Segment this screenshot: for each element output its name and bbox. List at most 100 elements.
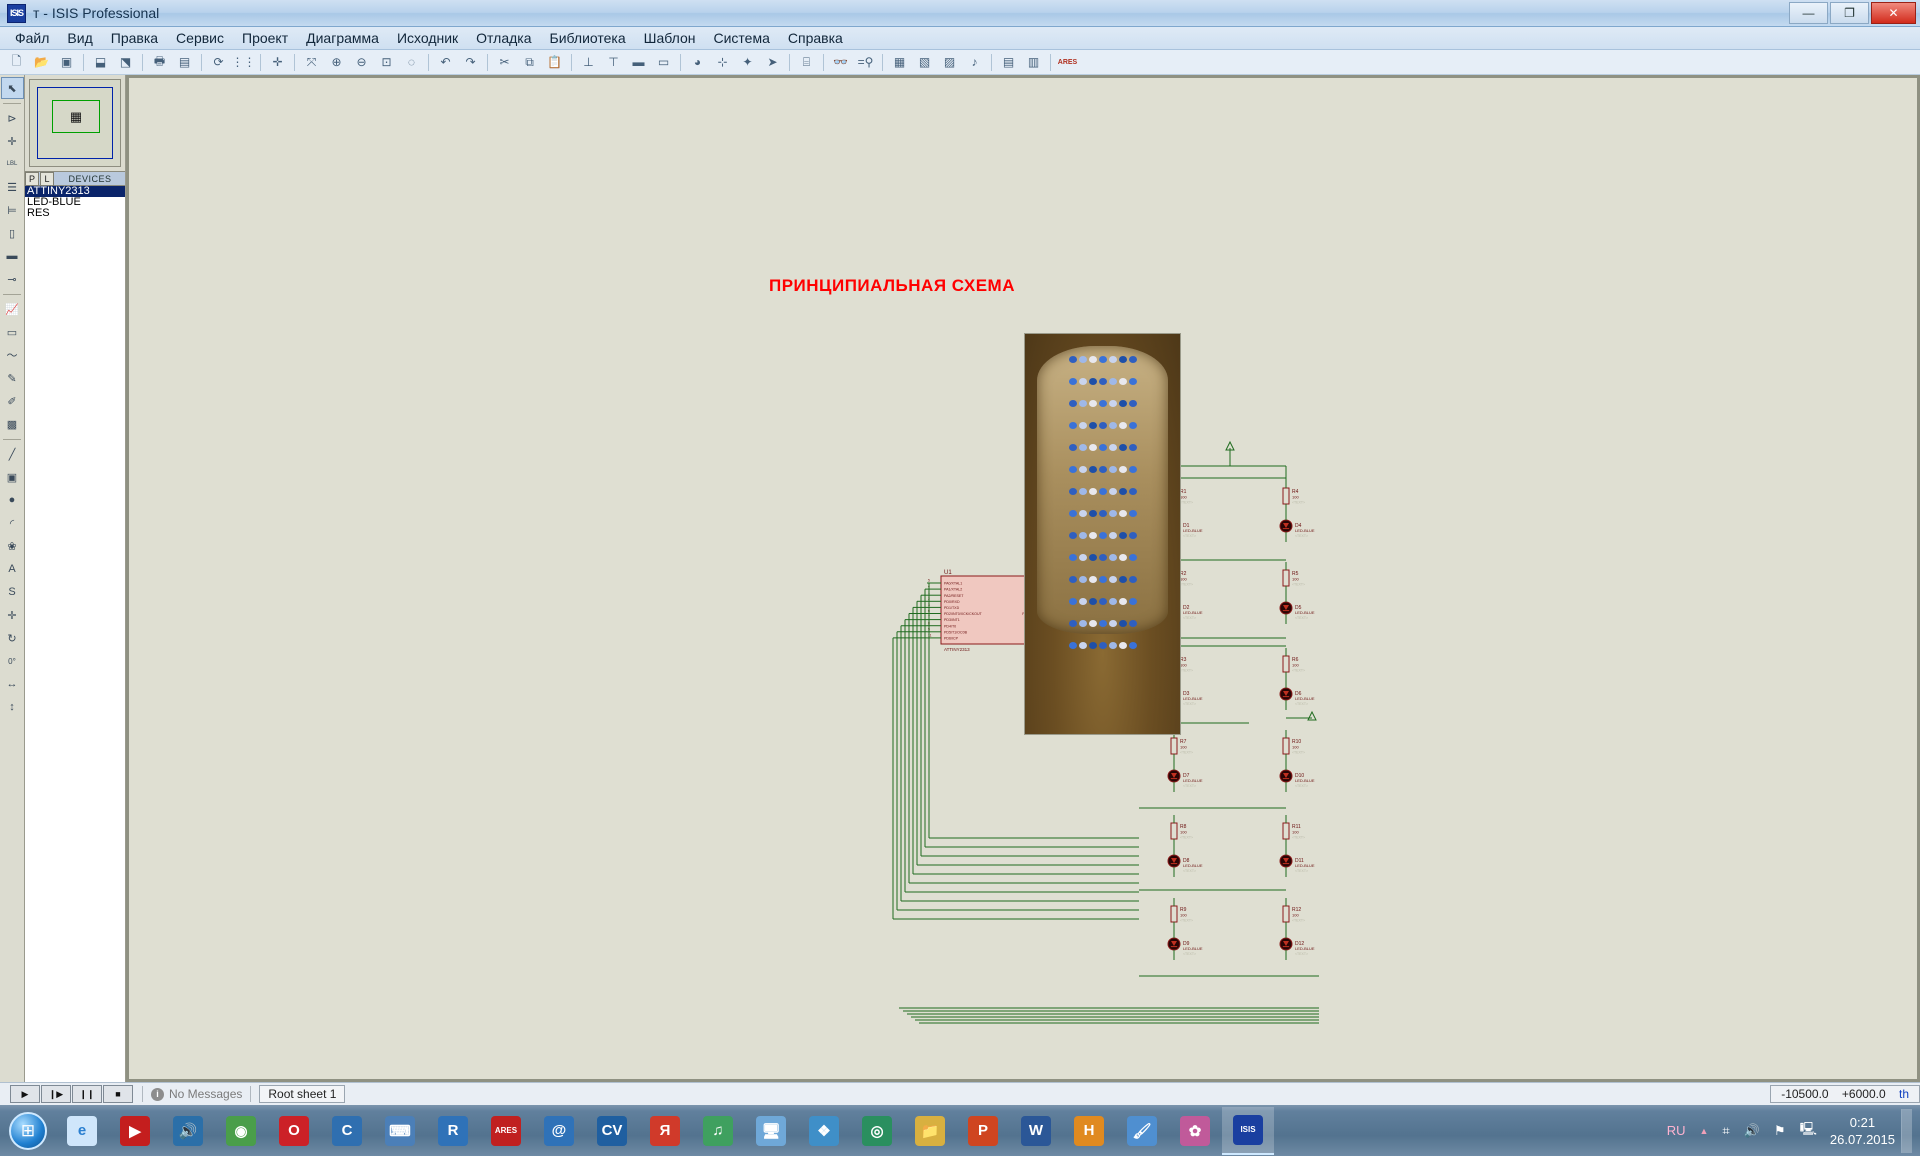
- led-D8[interactable]: D8LED-BLUE<TEXT>: [1168, 847, 1203, 877]
- taskbar-paint[interactable]: 🖌: [1116, 1108, 1168, 1154]
- menu-system[interactable]: Система: [705, 28, 779, 48]
- sheet-indicator[interactable]: Root sheet 1: [259, 1085, 345, 1103]
- menu-view[interactable]: Вид: [58, 28, 101, 48]
- block-delete-icon[interactable]: ▭: [652, 51, 675, 73]
- decompose-icon[interactable]: ➤: [761, 51, 784, 73]
- pick-device-icon[interactable]: ◕: [686, 51, 709, 73]
- menu-library[interactable]: Библиотека: [541, 28, 635, 48]
- import-section-icon[interactable]: ⬓: [89, 51, 112, 73]
- export-section-icon[interactable]: ⬔: [114, 51, 137, 73]
- language-indicator[interactable]: RU: [1667, 1123, 1686, 1138]
- cut-icon[interactable]: ✂: [493, 51, 516, 73]
- menu-project[interactable]: Проект: [233, 28, 297, 48]
- led-D4[interactable]: D4LED-BLUE<TEXT>: [1280, 512, 1315, 542]
- mirror-x-icon[interactable]: ↔: [1, 673, 24, 695]
- resistor-R11[interactable]: R11100<TEXT>: [1283, 815, 1305, 847]
- zoom-all-icon[interactable]: ⊡: [375, 51, 398, 73]
- design-explorer-icon[interactable]: ▦: [888, 51, 911, 73]
- subcircuit-mode-icon[interactable]: ▯: [1, 222, 24, 244]
- voltage-probe-mode-icon[interactable]: ✎: [1, 367, 24, 389]
- menu-help[interactable]: Справка: [779, 28, 852, 48]
- terminals-mode-icon[interactable]: ▬: [1, 245, 24, 267]
- wire-label-mode-icon[interactable]: LBL: [1, 153, 24, 175]
- exit-sheet-icon[interactable]: ♪: [963, 51, 986, 73]
- print-area-icon[interactable]: ▤: [173, 51, 196, 73]
- block-rotate-icon[interactable]: ▬: [627, 51, 650, 73]
- taskbar-yandex[interactable]: Я: [639, 1108, 691, 1154]
- taskbar-media-player[interactable]: ▶: [109, 1108, 161, 1154]
- arc-2d-icon[interactable]: ◜: [1, 512, 24, 534]
- selection-mode-icon[interactable]: ⬉: [1, 77, 24, 99]
- maximize-button[interactable]: ❐: [1830, 2, 1869, 24]
- open-folder-icon[interactable]: 📂: [30, 51, 53, 73]
- zoom-area-icon[interactable]: ◌: [400, 51, 423, 73]
- taskbar-keyboard[interactable]: ⌨: [374, 1108, 426, 1154]
- netlist-to-ares-icon[interactable]: ARES: [1056, 51, 1079, 73]
- junction-dot-mode-icon[interactable]: ✛: [1, 130, 24, 152]
- step-button[interactable]: ❙▶: [41, 1085, 71, 1103]
- new-sheet-icon[interactable]: ▧: [913, 51, 936, 73]
- make-device-icon[interactable]: ⊹: [711, 51, 734, 73]
- menu-edit[interactable]: Правка: [102, 28, 167, 48]
- bus-mode-icon[interactable]: ⊨: [1, 199, 24, 221]
- menu-graph[interactable]: Диаграмма: [297, 28, 388, 48]
- search-tag-icon[interactable]: 👓: [829, 51, 852, 73]
- play-button[interactable]: ▶: [10, 1085, 40, 1103]
- stop-button[interactable]: ■: [103, 1085, 133, 1103]
- schematic-canvas[interactable]: ПРИНЦИПИАЛЬНАЯ СХЕМА U1ATTINY23135PA0/XT…: [129, 78, 1917, 1079]
- closed-path-2d-icon[interactable]: ❀: [1, 535, 24, 557]
- resistor-R8[interactable]: R8100<TEXT>: [1171, 815, 1193, 847]
- paste-icon[interactable]: 📋: [543, 51, 566, 73]
- led-D10[interactable]: D10LED-BLUE<TEXT>: [1280, 762, 1315, 792]
- resistor-R12[interactable]: R12100<TEXT>: [1283, 898, 1305, 930]
- package-tool-icon[interactable]: ✦: [736, 51, 759, 73]
- led-D5[interactable]: D5LED-BLUE<TEXT>: [1280, 594, 1315, 624]
- pan-icon[interactable]: ⤧: [300, 51, 323, 73]
- schematic-drawing[interactable]: U1ATTINY23135PA0/XTAL14PA1/XTAL21PA2/RES…: [129, 78, 1909, 1068]
- mirror-y-icon[interactable]: ↕: [1, 696, 24, 718]
- component-mode-icon[interactable]: ⊳: [1, 107, 24, 129]
- menu-template[interactable]: Шаблон: [635, 28, 705, 48]
- remove-sheet-icon[interactable]: ▨: [938, 51, 961, 73]
- clock[interactable]: 0:21 26.07.2015: [1830, 1114, 1895, 1148]
- resistor-R6[interactable]: R6100<TEXT>: [1283, 648, 1305, 680]
- taskbar-computer[interactable]: 🖥: [745, 1108, 797, 1154]
- taskbar-ares[interactable]: ARES: [480, 1108, 532, 1154]
- save-icon[interactable]: ▣: [55, 51, 78, 73]
- led-D12[interactable]: D12LED-BLUE<TEXT>: [1280, 930, 1315, 960]
- device-list-item[interactable]: RES: [25, 208, 125, 219]
- led-D11[interactable]: D11LED-BLUE<TEXT>: [1280, 847, 1315, 877]
- current-probe-mode-icon[interactable]: ✐: [1, 390, 24, 412]
- taskbar-powerpoint[interactable]: P: [957, 1108, 1009, 1154]
- resistor-R9[interactable]: R9100<TEXT>: [1171, 898, 1193, 930]
- graph-mode-icon[interactable]: 📈: [1, 298, 24, 320]
- volume-icon[interactable]: 🔊: [1744, 1123, 1760, 1139]
- box-2d-icon[interactable]: ▣: [1, 466, 24, 488]
- toggle-grid-icon[interactable]: ⋮⋮: [232, 51, 255, 73]
- resistor-R4[interactable]: R4100<TEXT>: [1283, 480, 1305, 512]
- menu-source[interactable]: Исходник: [388, 28, 467, 48]
- taskbar-network-app[interactable]: ❖: [798, 1108, 850, 1154]
- print-icon[interactable]: 🖶: [148, 51, 171, 73]
- show-hidden-icons-button[interactable]: ▲: [1699, 1126, 1708, 1136]
- tape-recorder-mode-icon[interactable]: ▭: [1, 321, 24, 343]
- taskbar-volume-app[interactable]: 🔊: [162, 1108, 214, 1154]
- text-2d-icon[interactable]: A: [1, 558, 24, 580]
- virtual-instrument-mode-icon[interactable]: ▩: [1, 413, 24, 435]
- copy-icon[interactable]: ⧉: [518, 51, 541, 73]
- electrical-rule-check-icon[interactable]: ▥: [1022, 51, 1045, 73]
- origin-icon[interactable]: ✛: [266, 51, 289, 73]
- block-move-icon[interactable]: ⊤: [602, 51, 625, 73]
- close-button[interactable]: ✕: [1871, 2, 1916, 24]
- led-D6[interactable]: D6LED-BLUE<TEXT>: [1280, 680, 1315, 710]
- taskbar-r-studio[interactable]: R: [427, 1108, 479, 1154]
- minimize-button[interactable]: —: [1789, 2, 1828, 24]
- menu-debug[interactable]: Отладка: [467, 28, 540, 48]
- taskbar-search-app[interactable]: ◎: [851, 1108, 903, 1154]
- network-icon[interactable]: ⌗: [1722, 1123, 1729, 1139]
- taskbar-music[interactable]: ♫: [692, 1108, 744, 1154]
- redo-icon[interactable]: ↷: [459, 51, 482, 73]
- taskbar-explorer[interactable]: 📁: [904, 1108, 956, 1154]
- library-tab[interactable]: L: [40, 172, 54, 186]
- menu-file[interactable]: Файл: [6, 28, 58, 48]
